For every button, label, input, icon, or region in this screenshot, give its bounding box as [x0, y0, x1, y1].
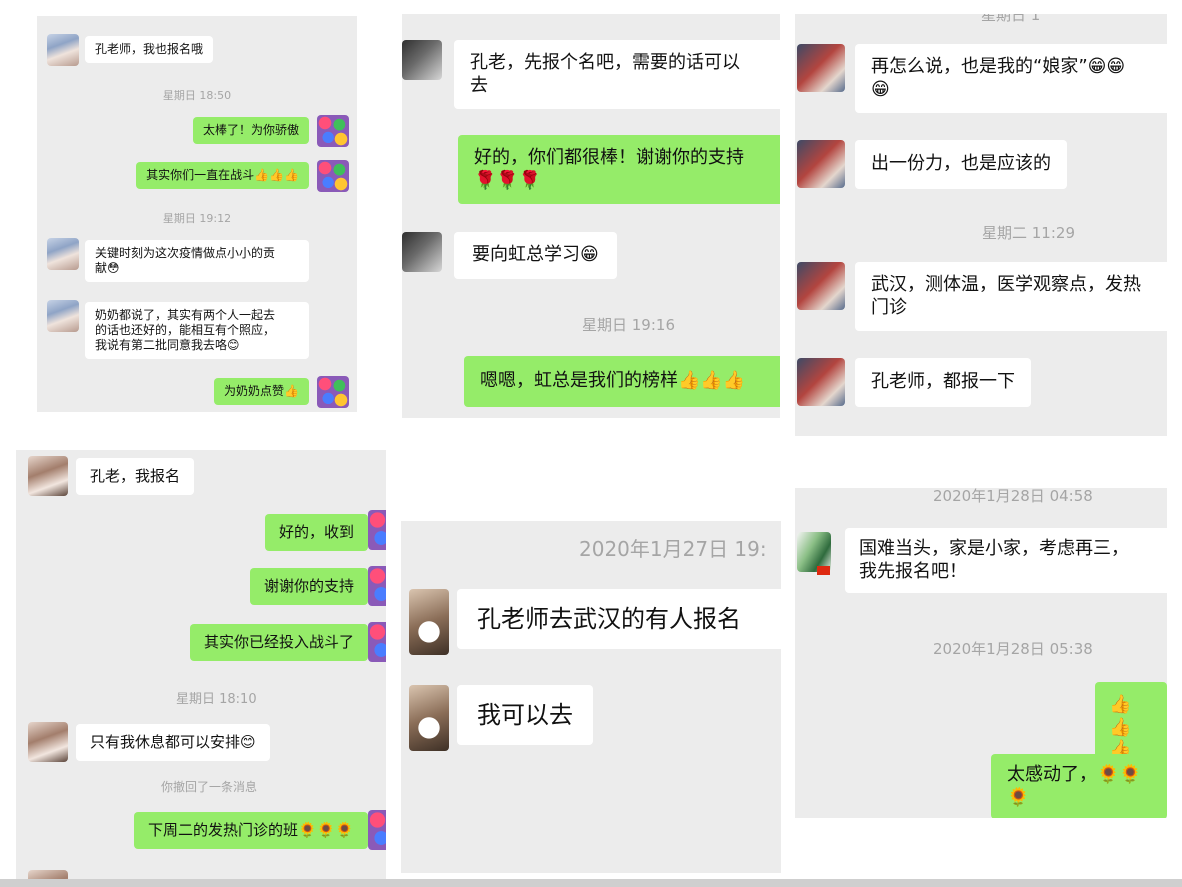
message-bubble: 孔老，我报名	[76, 458, 195, 495]
message-bubble: 我可以去	[457, 685, 593, 745]
contact-avatar[interactable]	[797, 140, 845, 188]
message-bubble: 谢谢你的支持	[249, 568, 368, 605]
contact-avatar[interactable]	[28, 456, 68, 496]
my-avatar[interactable]	[368, 810, 386, 850]
chat-panel-3: 星期日 1 再怎么说，也是我的“娘家”😁😁 😁 出一份力，也是应该的 星期二 1…	[795, 14, 1167, 436]
contact-avatar[interactable]	[409, 685, 449, 751]
message-bubble: 武汉，测体温，医学观察点，发热 门诊	[855, 262, 1167, 331]
message-bubble: 孔老师，都报一下	[855, 358, 1031, 407]
chat-panel-6: 2020年1月28日 04:58 国难当头，家是小家，考虑再三， 我先报名吧！ …	[795, 488, 1167, 818]
message-bubble: 关键时刻为这次疫情做点小小的贡 献😳	[85, 240, 309, 282]
timestamp: 星期日 19:12	[162, 212, 232, 225]
message-bubble: 要向虹总学习😁	[454, 232, 617, 279]
timestamp: 2020年1月28日 05:38	[933, 640, 1093, 658]
contact-avatar[interactable]	[47, 300, 79, 332]
chat-panel-5: 2020年1月27日 19: 孔老师去武汉的有人报名 我可以去	[401, 521, 781, 873]
contact-avatar[interactable]	[797, 44, 845, 92]
contact-avatar[interactable]	[797, 358, 845, 406]
bottom-divider	[0, 879, 1182, 887]
timestamp: 星期日 18:50	[162, 89, 232, 102]
chat-panel-4: 孔老，我报名 好的，收到 谢谢你的支持 其实你已经投入战斗了 星期日 18:10…	[16, 450, 386, 880]
message-bubble: 孔老师，我也报名哦	[85, 36, 214, 63]
timestamp: 2020年1月27日 19:	[579, 537, 767, 561]
my-avatar[interactable]	[368, 622, 386, 662]
message-bubble: 嗯嗯，虹总是我们的榜样👍👍👍	[464, 356, 780, 407]
timestamp: 星期日 1	[981, 14, 1041, 24]
message-bubble: 太棒了！为你骄傲	[192, 117, 309, 144]
contact-avatar[interactable]	[402, 40, 442, 80]
message-bubble: 国难当头，家是小家，考虑再三， 我先报名吧！	[845, 528, 1167, 593]
chat-panel-1: 孔老师，我也报名哦 星期日 18:50 太棒了！为你骄傲 其实你们一直在战斗👍👍…	[37, 16, 357, 412]
message-bubble: 其实你们一直在战斗👍👍👍	[136, 162, 309, 189]
contact-avatar[interactable]	[797, 262, 845, 310]
my-avatar[interactable]	[368, 510, 386, 550]
chat-panel-2: 孔老，先报个名吧，需要的话可以 去 好的，你们都很棒！谢谢你的支持 🌹🌹🌹 要向…	[402, 14, 780, 418]
contact-avatar[interactable]	[47, 238, 79, 270]
my-avatar[interactable]	[368, 566, 386, 606]
timestamp: 2020年1月28日 04:58	[933, 488, 1093, 505]
timestamp: 星期日 18:10	[176, 692, 257, 707]
recall-notice: 你撤回了一条消息	[161, 780, 258, 794]
contact-avatar[interactable]	[409, 589, 449, 655]
timestamp: 星期日 19:16	[582, 316, 675, 334]
message-bubble: 奶奶都说了，其实有两个人一起去 的话也还好的，能相互有个照应， 我说有第二批同意…	[85, 302, 309, 359]
message-bubble: 好的，收到	[264, 514, 368, 551]
message-bubble: 孔老师去武汉的有人报名	[457, 589, 781, 649]
contact-avatar[interactable]	[47, 34, 79, 66]
message-bubble: 再怎么说，也是我的“娘家”😁😁 😁	[855, 44, 1167, 113]
contact-avatar[interactable]	[402, 232, 442, 272]
contact-avatar[interactable]	[28, 722, 68, 762]
message-bubble: 好的，你们都很棒！谢谢你的支持 🌹🌹🌹	[458, 135, 780, 204]
china-flag-icon	[817, 566, 830, 575]
my-avatar[interactable]	[317, 115, 349, 147]
my-avatar[interactable]	[317, 376, 349, 408]
message-bubble: 下周二的发热门诊的班🌻🌻🌻	[133, 812, 368, 849]
message-bubble: 孔老，先报个名吧，需要的话可以 去	[454, 40, 780, 109]
message-bubble: 只有我休息都可以安排😊	[76, 724, 270, 761]
message-bubble: 出一份力，也是应该的	[855, 140, 1067, 189]
message-bubble: 太感动了，🌻🌻🌻	[991, 754, 1167, 818]
message-bubble: 其实你已经投入战斗了	[189, 624, 368, 661]
my-avatar[interactable]	[317, 160, 349, 192]
timestamp: 星期二 11:29	[982, 224, 1075, 242]
message-bubble: 为奶奶点赞👍	[214, 378, 309, 405]
